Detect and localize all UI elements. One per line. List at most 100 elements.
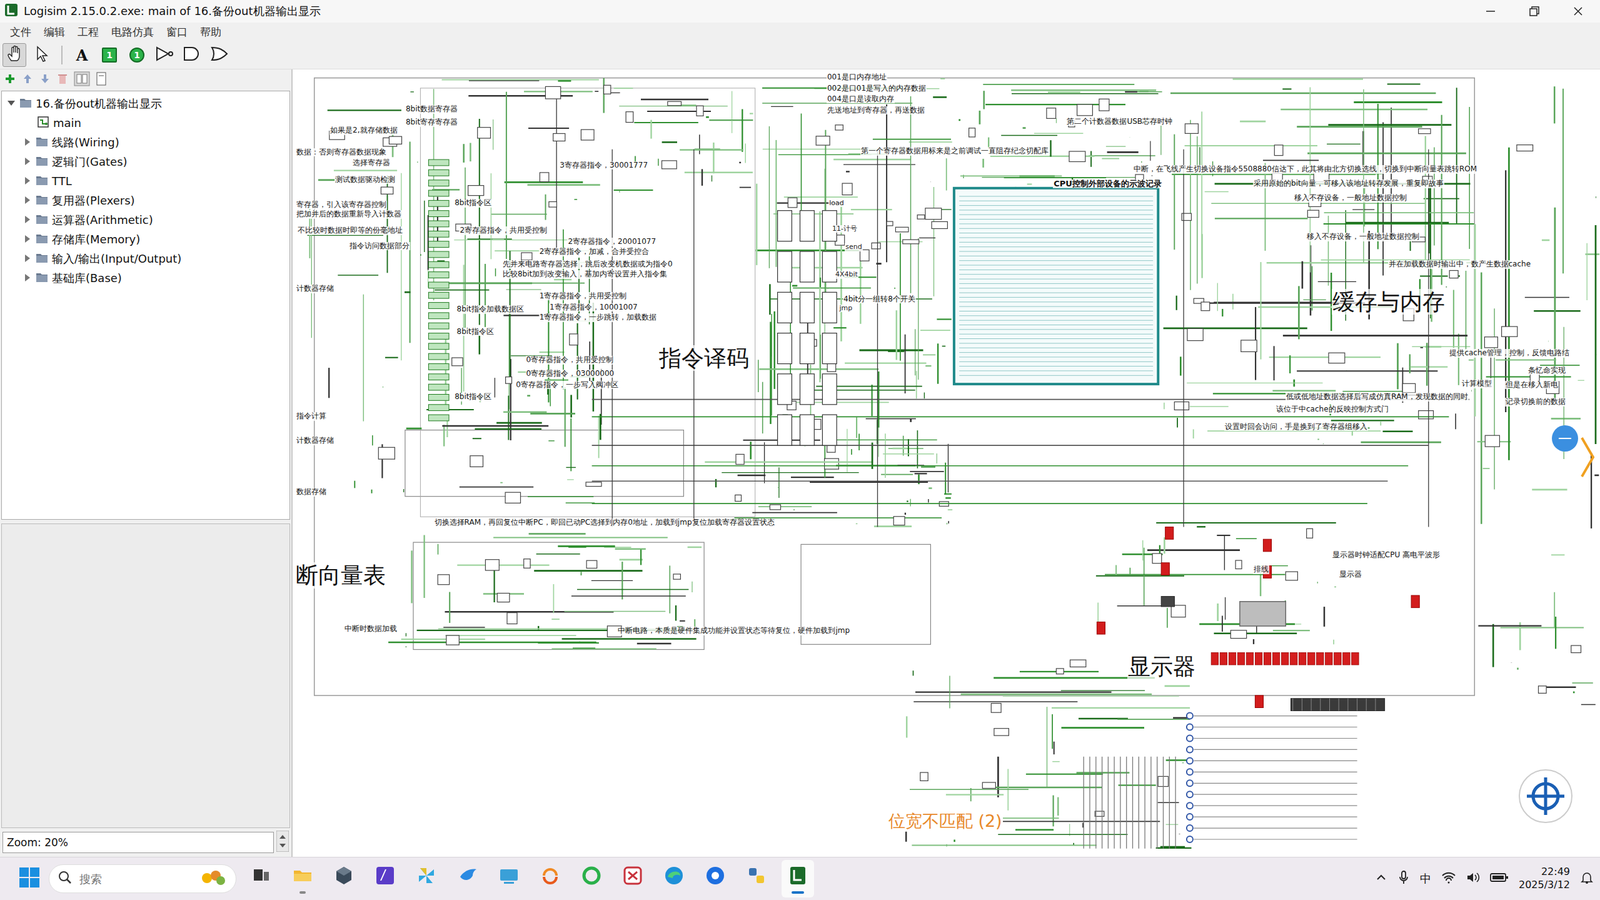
restore-icon[interactable] <box>1512 0 1557 23</box>
circuit-item[interactable]: main <box>1 113 290 133</box>
circuit-label: 0寄存器指令，03000000 <box>525 369 616 379</box>
input-tool[interactable]: 1 <box>97 43 122 67</box>
poke-tool[interactable] <box>2 43 27 67</box>
swirl-icon <box>538 864 562 890</box>
library-name: 线路(Wiring) <box>51 135 120 151</box>
expand-arrow-icon[interactable] <box>23 174 32 188</box>
circuit-label: 该位于中cache的反映控制方式门 <box>1275 405 1390 414</box>
show-hidden-icons-icon[interactable] <box>1374 870 1388 886</box>
library-item[interactable]: 存储库(Memory) <box>1 229 290 249</box>
circuit-label: 切换选择RAM，再回复位中断PC，即回已动PC选择到内存0地址，加载到jmp复位… <box>433 518 776 528</box>
collapse-panel-icon[interactable] <box>1551 424 1579 455</box>
circuit-label: 计算模型 <box>1461 379 1493 389</box>
move-down-icon[interactable] <box>38 72 52 88</box>
library-item[interactable]: 基础库(Base) <box>1 268 290 288</box>
taskbar-search[interactable] <box>48 864 237 893</box>
attribute-table <box>1 523 291 828</box>
zoom-spinner-icon[interactable] <box>276 830 289 855</box>
taskbar-app[interactable] <box>533 859 567 898</box>
library-item[interactable]: 运算器(Arithmetic) <box>1 210 290 230</box>
delete-icon[interactable] <box>56 72 69 88</box>
running-indicator <box>547 890 554 894</box>
menu-item[interactable]: 工程 <box>72 23 104 41</box>
menu-item[interactable]: 窗口 <box>161 23 193 41</box>
chevron-right-icon[interactable] <box>1579 435 1597 482</box>
collapse-arrow-icon[interactable] <box>6 96 16 111</box>
circuit-label: jmp <box>839 304 854 313</box>
or-tool[interactable] <box>207 43 232 67</box>
library-item[interactable]: 逻辑门(Gates) <box>1 151 290 172</box>
library-item[interactable]: 线路(Wiring) <box>1 132 290 152</box>
taskbar-app[interactable] <box>616 859 650 898</box>
layout-view-icon[interactable] <box>73 71 91 89</box>
expand-arrow-icon[interactable] <box>23 155 32 169</box>
library-item[interactable]: TTL <box>1 171 290 191</box>
menu-item[interactable]: 帮助 <box>195 23 227 41</box>
taskbar-app[interactable] <box>410 859 443 898</box>
menu-item[interactable]: 编辑 <box>38 23 71 41</box>
close-icon[interactable] <box>1556 0 1600 23</box>
crosshair-icon[interactable] <box>1518 768 1574 826</box>
tree-root[interactable]: 16.备份out机器输出显示 <box>1 93 290 114</box>
notification-bell-icon[interactable] <box>1579 870 1594 887</box>
wifi-icon[interactable] <box>1441 870 1457 886</box>
taskbar-app[interactable] <box>286 859 319 898</box>
input-method[interactable]: 中 <box>1419 870 1432 886</box>
expand-arrow-icon[interactable] <box>23 213 32 227</box>
explorer-panel: 16.备份out机器输出显示main 线路(Wiring)逻辑门(Gates)TT… <box>0 69 293 857</box>
circuit-label: 但是在移入新电 <box>1504 380 1559 390</box>
clock[interactable]: 22:492025/3/12 <box>1518 865 1570 892</box>
taskbar-app[interactable] <box>492 859 526 898</box>
library-item[interactable]: 输入/输出(Input/Output) <box>1 248 290 269</box>
library-folder-icon <box>35 154 49 170</box>
circuit-label: 2寄存器指令，20001077 <box>567 237 657 247</box>
expand-arrow-icon[interactable] <box>23 135 32 149</box>
clock-time: 22:49 <box>1541 865 1570 879</box>
taskbar-app[interactable] <box>781 859 815 898</box>
taskbar-app[interactable] <box>327 859 361 898</box>
circuit-label: 11-计号 <box>831 225 858 234</box>
menu-item[interactable]: 文件 <box>5 23 37 41</box>
add-circuit-icon[interactable] <box>3 72 17 88</box>
battery-icon[interactable] <box>1489 871 1509 886</box>
expand-arrow-icon[interactable] <box>23 271 32 285</box>
output-tool[interactable]: 1 <box>125 43 149 67</box>
expand-arrow-icon[interactable] <box>23 232 32 246</box>
taskbar-app[interactable] <box>740 859 773 898</box>
not-tool[interactable] <box>152 43 177 67</box>
taskbar-app[interactable] <box>368 859 402 898</box>
taskbar-app[interactable] <box>657 859 691 898</box>
library-item[interactable]: 复用器(Plexers) <box>1 190 290 211</box>
pinwheel-icon <box>415 864 438 890</box>
taskbar-app[interactable] <box>451 859 484 898</box>
taskbar-app[interactable] <box>575 859 608 898</box>
taskbar-app[interactable] <box>699 859 732 898</box>
library-folder-icon <box>35 135 49 151</box>
and-tool[interactable] <box>180 43 204 67</box>
minimize-icon[interactable] <box>1468 0 1513 23</box>
zoom-field[interactable]: Zoom: 20% <box>2 831 274 853</box>
taskbar-app[interactable] <box>245 859 278 898</box>
circuit-label: 8bit指令区 <box>456 327 495 337</box>
expand-arrow-icon[interactable] <box>23 193 32 207</box>
library-name: 基础库(Base) <box>51 270 122 286</box>
window-title: Logisim 2.15.0.2.exe: main of 16.备份out机器… <box>23 3 1469 19</box>
circuit-label: 1寄存器指令，共用受控制 <box>538 291 628 301</box>
volume-icon[interactable] <box>1466 870 1480 886</box>
library-folder-icon <box>35 270 49 286</box>
text-tool[interactable]: A <box>70 43 94 67</box>
clock-date: 2025/3/12 <box>1518 878 1570 892</box>
appearance-view-icon[interactable] <box>95 71 108 89</box>
expand-arrow-icon[interactable] <box>23 251 32 266</box>
circuit-label: 采用原始的bit向量，可移入该地址转存发展，重复即故事 <box>1252 179 1445 189</box>
circuit-canvas[interactable]: 001是口内存地址002是口01是写入的内存数据004是口是读取内存先送地址到寄… <box>292 69 1600 857</box>
move-up-icon[interactable] <box>21 72 34 88</box>
select-tool[interactable] <box>30 43 54 67</box>
menu-item[interactable]: 电路仿真 <box>106 23 159 41</box>
search-input[interactable] <box>78 871 194 886</box>
running-indicator <box>670 890 678 894</box>
windows-start-icon[interactable] <box>18 866 41 891</box>
microphone-icon[interactable] <box>1397 869 1410 888</box>
running-indicator <box>753 890 760 894</box>
flower-decoration-icon <box>199 867 227 890</box>
